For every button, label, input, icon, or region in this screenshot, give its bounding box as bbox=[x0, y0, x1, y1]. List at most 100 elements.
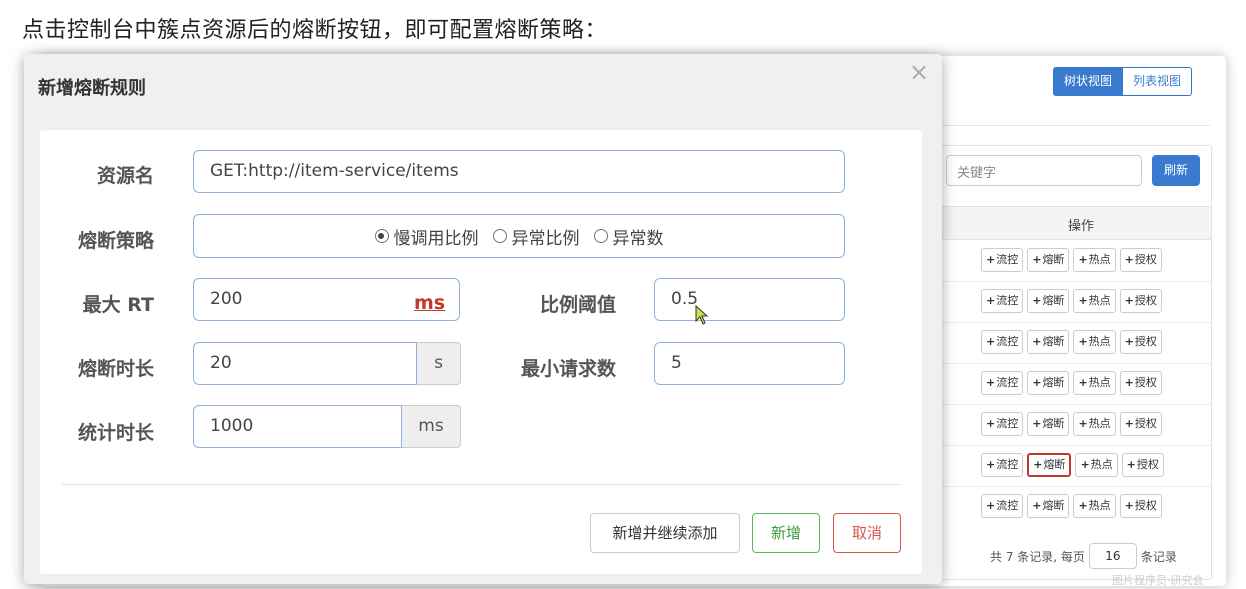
row-button[interactable]: +授权 bbox=[1119, 289, 1162, 313]
row-separator bbox=[941, 404, 1211, 405]
row-button[interactable]: +授权 bbox=[1119, 494, 1162, 518]
row-button[interactable]: +流控 bbox=[981, 453, 1024, 477]
radio-error-ratio[interactable]: 异常比例 bbox=[492, 224, 580, 249]
table-row: +流控 +熔断 +热点 +授权 bbox=[981, 494, 1162, 518]
view-toggle: 树状视图 列表视图 bbox=[1053, 67, 1193, 96]
cancel-button[interactable]: 取消 bbox=[833, 513, 901, 553]
mouse-cursor-icon bbox=[695, 305, 709, 325]
row-button-label: 熔断 bbox=[1042, 335, 1065, 348]
row-button[interactable]: +授权 bbox=[1119, 248, 1162, 272]
row-button[interactable]: +流控 bbox=[981, 248, 1024, 272]
row-button-label: 熔断 bbox=[1042, 376, 1065, 389]
radio-slow-ratio[interactable]: 慢调用比例 bbox=[374, 224, 479, 249]
row-button-label: 热点 bbox=[1088, 335, 1111, 348]
add-and-continue-button[interactable]: 新增并继续添加 bbox=[590, 513, 740, 553]
row-button-label: 授权 bbox=[1134, 294, 1157, 307]
duration-unit: s bbox=[417, 342, 461, 385]
dialog-title: 新增熔断规则 bbox=[38, 78, 146, 99]
row-button[interactable]: +热点 bbox=[1073, 371, 1116, 395]
row-button[interactable]: +熔断 bbox=[1027, 412, 1070, 436]
add-button[interactable]: 新增 bbox=[752, 513, 820, 553]
row-button-label: 授权 bbox=[1134, 499, 1157, 512]
plus-icon: + bbox=[986, 417, 996, 430]
row-button-label: 授权 bbox=[1134, 376, 1157, 389]
row-button-label: 热点 bbox=[1088, 499, 1111, 512]
page-size-input[interactable]: 16 bbox=[1088, 543, 1137, 569]
row-button[interactable]: +热点 bbox=[1073, 412, 1116, 436]
row-button[interactable]: +流控 bbox=[981, 494, 1024, 518]
row-button[interactable]: +熔断 bbox=[1027, 371, 1070, 395]
plus-icon: + bbox=[1032, 253, 1042, 266]
row-button[interactable]: +热点 bbox=[1073, 289, 1116, 313]
row-button[interactable]: +热点 bbox=[1073, 494, 1116, 518]
row-button[interactable]: +熔断 bbox=[1027, 494, 1070, 518]
resource-input[interactable]: GET:http://item-service/items bbox=[193, 150, 845, 193]
row-button[interactable]: +流控 bbox=[981, 371, 1024, 395]
row-button-label: 流控 bbox=[996, 335, 1019, 348]
row-button-label: 热点 bbox=[1088, 294, 1111, 307]
footer-divider bbox=[62, 484, 900, 485]
row-button[interactable]: +流控 bbox=[981, 330, 1024, 354]
row-button[interactable]: +熔断 bbox=[1027, 289, 1070, 313]
stat-duration-label: 统计时长 bbox=[77, 422, 154, 444]
duration-input[interactable]: 20 bbox=[193, 342, 417, 385]
table-row: +流控 +熔断 +热点 +授权 bbox=[981, 412, 1162, 436]
plus-icon: + bbox=[986, 376, 996, 389]
row-button[interactable]: +热点 bbox=[1073, 330, 1116, 354]
radio-icon bbox=[593, 229, 608, 243]
row-button[interactable]: +熔断 bbox=[1027, 248, 1070, 272]
resource-label: 资源名 bbox=[96, 165, 154, 187]
stat-duration-unit: ms bbox=[402, 405, 461, 448]
tree-view-button[interactable]: 树状视图 bbox=[1053, 67, 1124, 96]
row-separator bbox=[941, 281, 1211, 282]
row-button[interactable]: +授权 bbox=[1121, 453, 1164, 477]
row-button-label: 授权 bbox=[1134, 417, 1157, 430]
radio-label: 慢调用比例 bbox=[393, 228, 479, 249]
plus-icon: + bbox=[986, 294, 996, 307]
row-button[interactable]: +流控 bbox=[981, 289, 1024, 313]
row-button[interactable]: +熔断 bbox=[1027, 453, 1072, 477]
table-row: +流控 +熔断 +热点 +授权 bbox=[981, 289, 1162, 313]
row-button-label: 熔断 bbox=[1042, 253, 1065, 266]
pagination: 共 7 条记录, 每页 16 条记录 bbox=[990, 543, 1177, 569]
max-rt-unit: ms bbox=[414, 292, 446, 314]
refresh-button[interactable]: 刷新 bbox=[1152, 155, 1200, 186]
row-button-label: 熔断 bbox=[1042, 294, 1065, 307]
row-button-label: 热点 bbox=[1090, 458, 1113, 471]
plus-icon: + bbox=[986, 335, 996, 348]
plus-icon: + bbox=[1032, 335, 1042, 348]
watermark: 图片程序员·研究会 bbox=[1112, 574, 1204, 587]
stat-duration-input[interactable]: 1000 bbox=[193, 405, 402, 448]
plus-icon: + bbox=[1032, 376, 1042, 389]
row-button[interactable]: +流控 bbox=[981, 412, 1024, 436]
plus-icon: + bbox=[1032, 417, 1042, 430]
row-button[interactable]: +热点 bbox=[1073, 248, 1116, 272]
plus-icon: + bbox=[986, 253, 996, 266]
min-request-label: 最小请求数 bbox=[520, 358, 616, 380]
row-button[interactable]: +熔断 bbox=[1027, 330, 1070, 354]
row-button-label: 授权 bbox=[1134, 253, 1157, 266]
ratio-input[interactable]: 0.5 bbox=[654, 278, 845, 321]
min-request-input[interactable]: 5 bbox=[654, 342, 845, 385]
plus-icon: + bbox=[1124, 376, 1134, 389]
row-button[interactable]: +授权 bbox=[1119, 412, 1162, 436]
row-separator bbox=[941, 445, 1211, 446]
plus-icon: + bbox=[1124, 294, 1134, 307]
table-row: +流控 +熔断 +热点 +授权 bbox=[981, 453, 1164, 477]
list-view-button[interactable]: 列表视图 bbox=[1123, 67, 1193, 96]
row-button[interactable]: +授权 bbox=[1119, 330, 1162, 354]
row-separator bbox=[941, 363, 1211, 364]
row-button-label: 热点 bbox=[1088, 253, 1111, 266]
row-button-label: 授权 bbox=[1134, 335, 1157, 348]
row-button[interactable]: +授权 bbox=[1119, 371, 1162, 395]
row-button[interactable]: +热点 bbox=[1075, 453, 1118, 477]
strategy-radio-group: 慢调用比例 异常比例 异常数 bbox=[193, 214, 845, 258]
keyword-input[interactable]: 关键字 bbox=[946, 155, 1142, 186]
plus-icon: + bbox=[1078, 499, 1088, 512]
row-separator bbox=[941, 322, 1211, 323]
radio-label: 异常数 bbox=[612, 228, 664, 249]
plus-icon: + bbox=[1126, 458, 1136, 471]
radio-error-count[interactable]: 异常数 bbox=[593, 224, 664, 249]
radio-selected-icon bbox=[374, 229, 389, 243]
close-icon[interactable]: × bbox=[909, 58, 929, 86]
